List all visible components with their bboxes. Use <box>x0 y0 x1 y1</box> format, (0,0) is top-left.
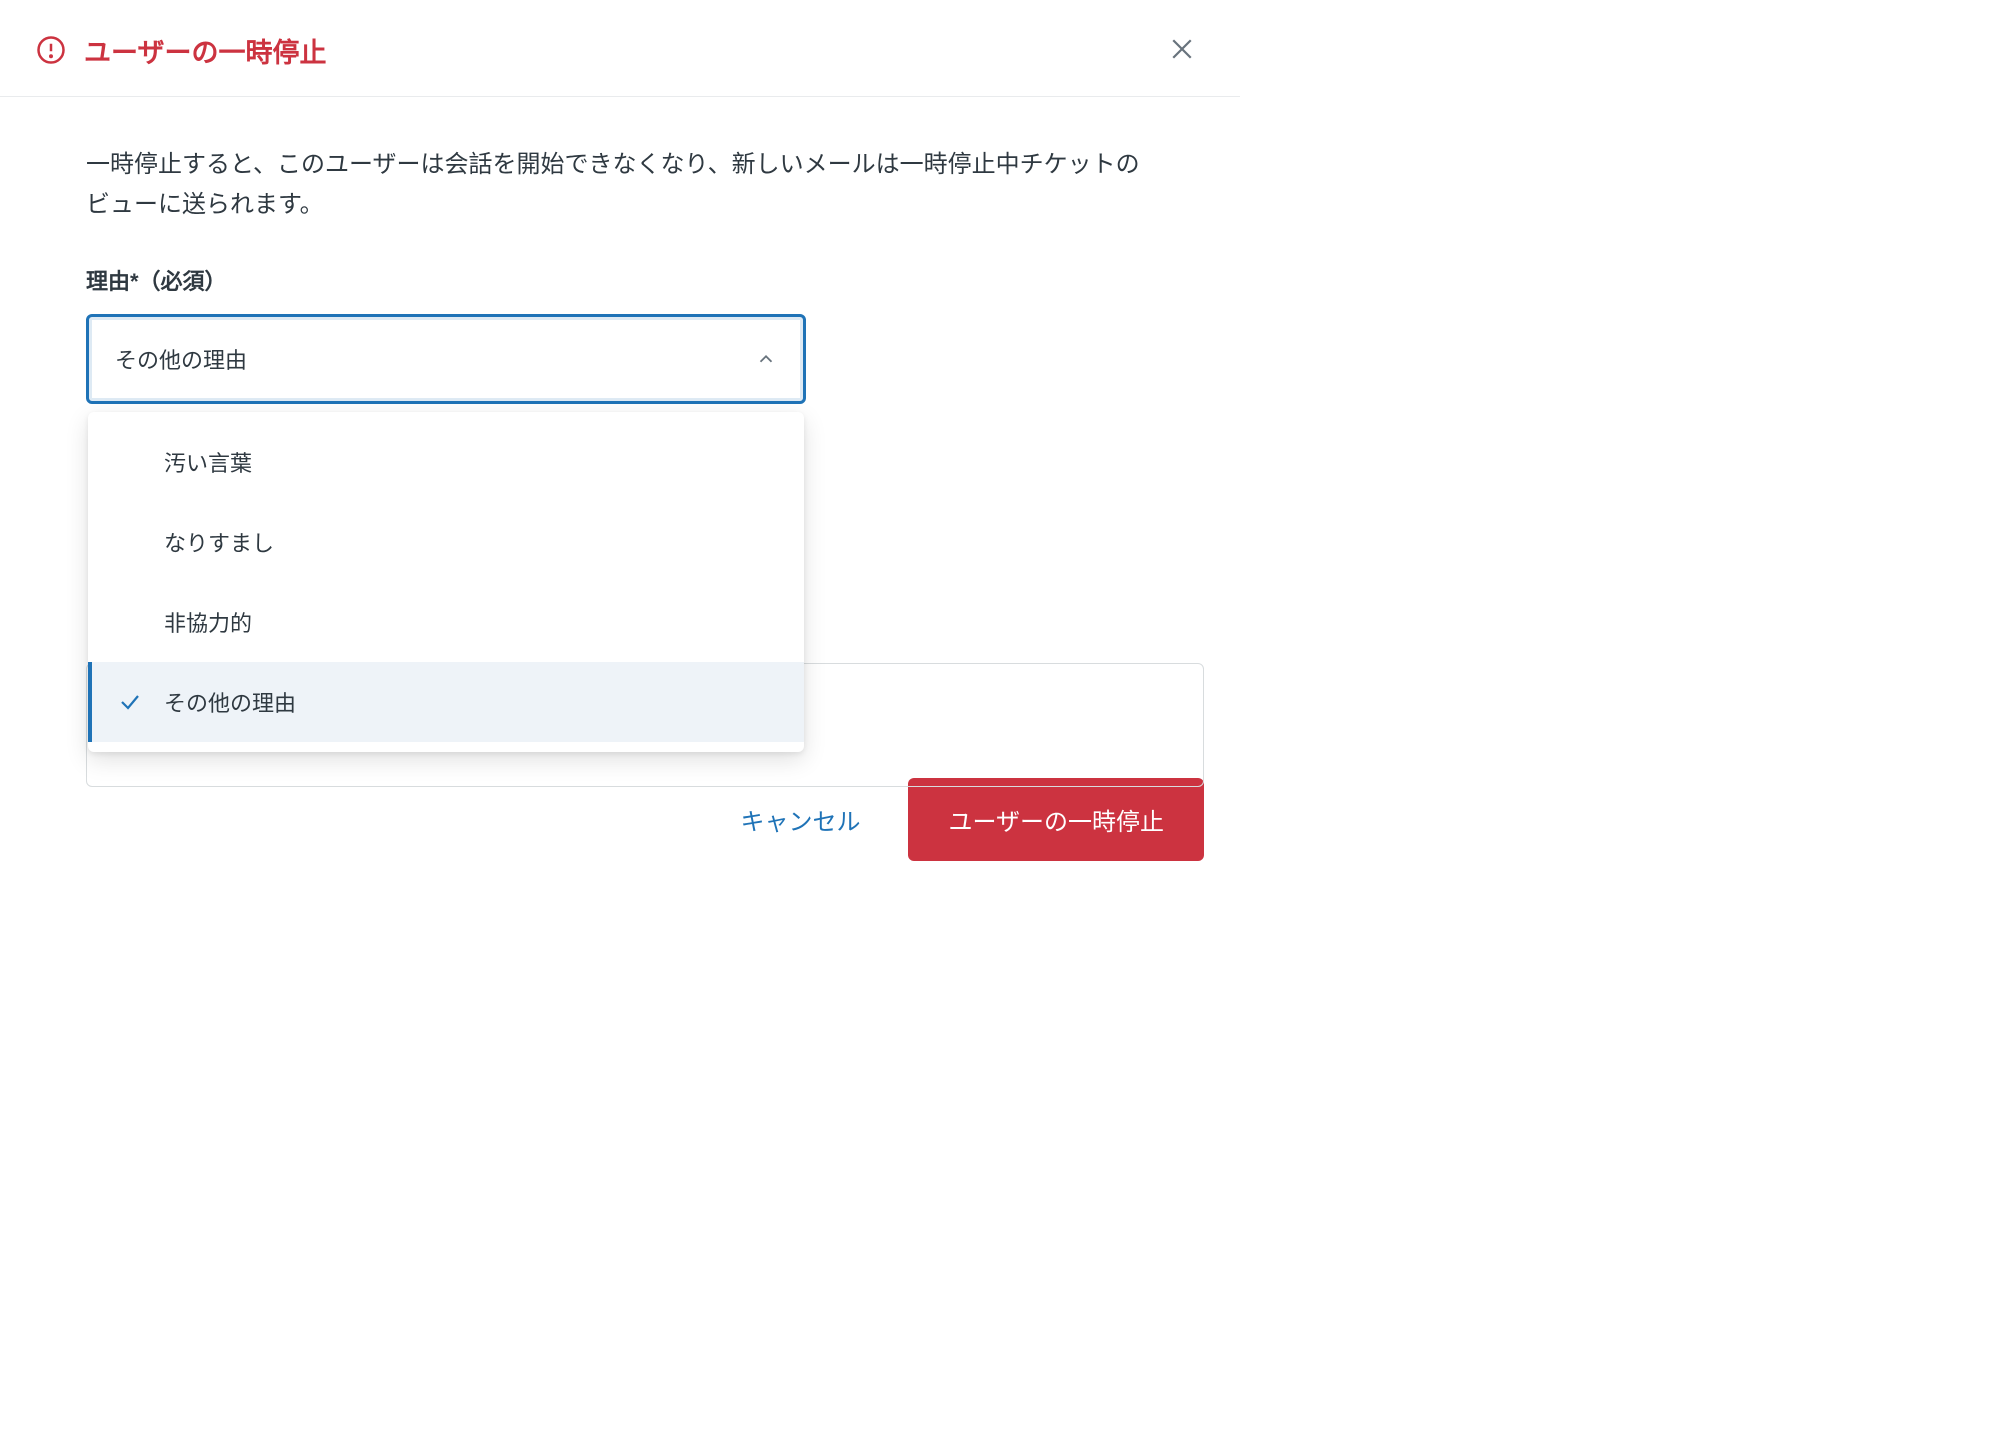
modal-body: 一時停止すると、このユーザーは会話を開始できなくなり、新しいメールは一時停止中チ… <box>0 97 1240 760</box>
reason-option-label: その他の理由 <box>164 691 296 716</box>
reason-dropdown-trigger[interactable]: その他の理由 <box>86 314 806 404</box>
reason-option[interactable]: なりすまし <box>88 502 804 582</box>
reason-option[interactable]: その他の理由 <box>88 662 804 742</box>
reason-dropdown: その他の理由 汚い言葉 なりすまし 非協力的 <box>86 314 806 404</box>
chevron-up-icon <box>755 348 777 370</box>
suspend-submit-button[interactable]: ユーザーの一時停止 <box>908 778 1204 861</box>
header-title-wrap: ユーザーの一時停止 <box>36 31 326 70</box>
reason-option-label: 汚い言葉 <box>164 451 252 476</box>
reason-option[interactable]: 非協力的 <box>88 582 804 662</box>
suspend-user-modal: ユーザーの一時停止 一時停止すると、このユーザーは会話を開始できなくなり、新しい… <box>0 0 1240 897</box>
warning-icon <box>36 35 66 65</box>
check-icon <box>118 690 142 714</box>
close-icon <box>1167 34 1197 67</box>
reason-label: 理由*（必須） <box>86 264 1154 296</box>
cancel-button[interactable]: キャンセル <box>740 802 860 837</box>
reason-option-label: なりすまし <box>164 531 274 556</box>
modal-title: ユーザーの一時停止 <box>84 31 326 70</box>
reason-option-label: 非協力的 <box>164 611 252 636</box>
reason-option[interactable]: 汚い言葉 <box>88 422 804 502</box>
close-button[interactable] <box>1160 28 1204 72</box>
reason-selected-value: その他の理由 <box>115 343 247 375</box>
modal-header: ユーザーの一時停止 <box>0 0 1240 97</box>
suspend-description: 一時停止すると、このユーザーは会話を開始できなくなり、新しいメールは一時停止中チ… <box>86 145 1154 224</box>
reason-dropdown-menu: 汚い言葉 なりすまし 非協力的 その他の理由 <box>88 412 804 752</box>
